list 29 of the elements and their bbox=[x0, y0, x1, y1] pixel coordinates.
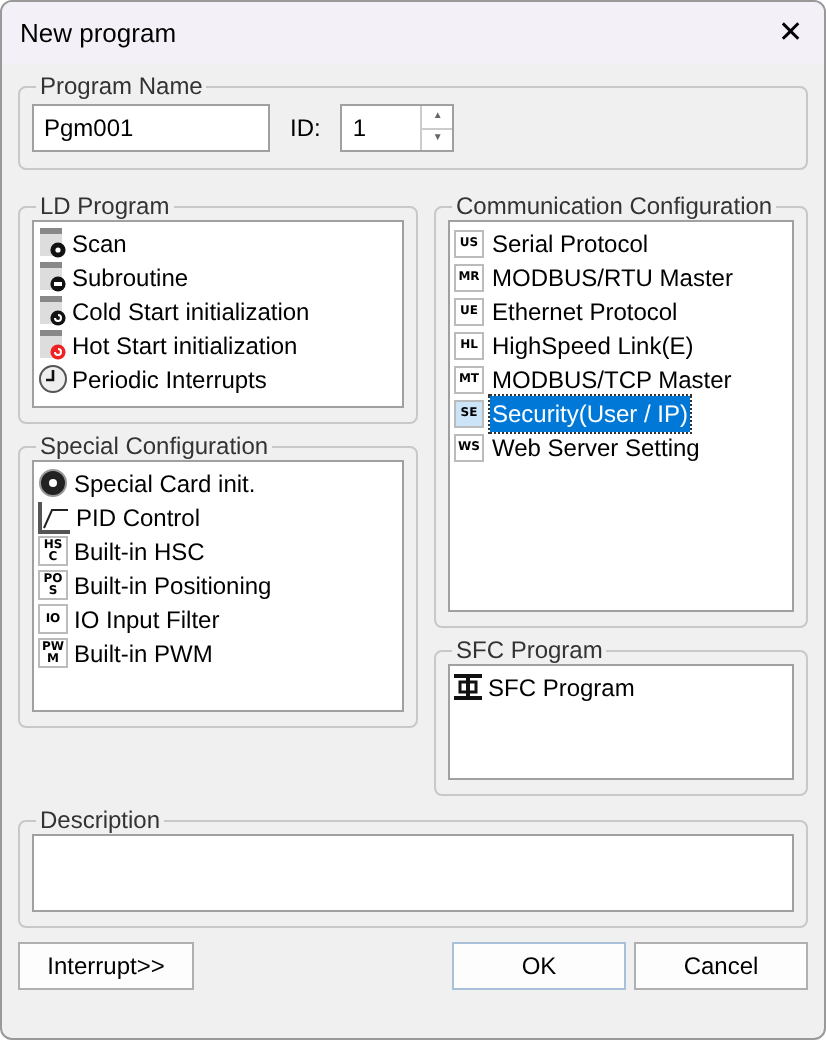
program-item[interactable]: Cold Start initialization bbox=[38, 294, 398, 328]
group-label: Description bbox=[38, 806, 163, 834]
group-label: Program Name bbox=[38, 72, 205, 100]
dialog-button[interactable]: Interrupt>> bbox=[18, 942, 194, 990]
program-item[interactable]: Scan bbox=[38, 226, 398, 260]
group-label: LD Program bbox=[38, 192, 172, 220]
id-value: 1 bbox=[350, 112, 369, 146]
sfc-item[interactable]: SFC Program bbox=[454, 670, 788, 704]
config-item[interactable]: PID Control bbox=[38, 500, 398, 534]
protocol-label: MODBUS/TCP Master bbox=[490, 363, 734, 397]
group-label: Special Configuration bbox=[38, 432, 271, 460]
group-label: Communication Configuration bbox=[454, 192, 775, 220]
protocol-label: Serial Protocol bbox=[490, 227, 651, 261]
config-item[interactable]: Special Card init. bbox=[38, 466, 398, 500]
protocol-label: Security(User / IP) bbox=[490, 395, 691, 431]
protocol-label: MODBUS/RTU Master bbox=[490, 261, 735, 295]
protocol-label: HighSpeed Link(E) bbox=[490, 329, 696, 363]
group-label: SFC Program bbox=[454, 636, 605, 664]
protocol-label: Web Server Setting bbox=[490, 431, 702, 465]
id-label: ID: bbox=[290, 112, 321, 146]
program-item[interactable]: Hot Start initialization bbox=[38, 328, 398, 362]
close-button[interactable]: ✕ bbox=[778, 18, 804, 48]
program-item[interactable]: Periodic Interrupts bbox=[38, 362, 398, 396]
name-field[interactable]: Pgm001 bbox=[32, 104, 270, 152]
protocol-label: Ethernet Protocol bbox=[490, 295, 680, 329]
dialog-button[interactable]: Cancel bbox=[634, 942, 808, 990]
program-item[interactable]: Subroutine bbox=[38, 260, 398, 294]
window-title: New program bbox=[20, 15, 177, 52]
ok-button[interactable]: OK bbox=[452, 942, 626, 990]
